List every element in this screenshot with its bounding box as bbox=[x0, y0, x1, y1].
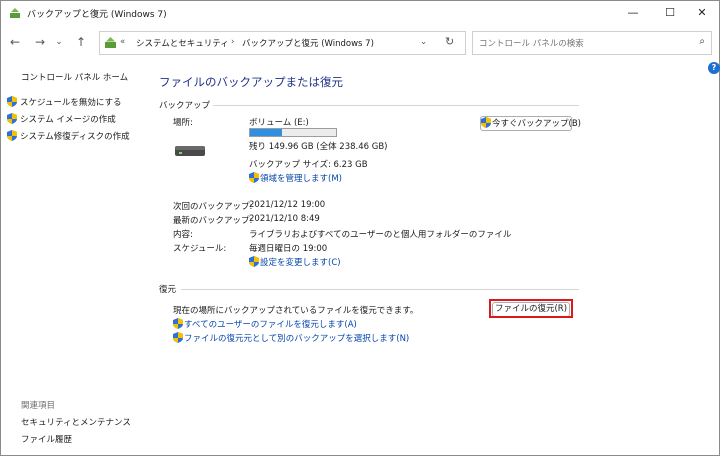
select-other-backup-link[interactable]: ファイルの復元元として別のバックアップを選択します(N) bbox=[173, 332, 409, 344]
uac-shield-icon bbox=[7, 96, 17, 107]
recent-locations-dropdown[interactable]: ⌄ bbox=[51, 34, 67, 50]
next-backup-label: 次回のバックアップ: bbox=[173, 202, 253, 212]
control-panel-home-link[interactable]: コントロール パネル ホーム bbox=[21, 71, 128, 83]
remaining-space: 残り 149.96 GB (全体 238.46 GB) bbox=[249, 142, 388, 152]
task-create-repair-disc[interactable]: システム修復ディスクの作成 bbox=[7, 130, 130, 142]
refresh-icon[interactable]: ↻ bbox=[445, 35, 454, 48]
drive-icon bbox=[175, 146, 205, 156]
forward-button[interactable]: → bbox=[32, 34, 48, 50]
change-settings-label: 設定を変更します(C) bbox=[260, 258, 341, 268]
uac-shield-icon bbox=[173, 332, 183, 343]
restore-all-users-link[interactable]: すべてのユーザーのファイルを復元します(A) bbox=[173, 318, 357, 330]
disk-usage-fill bbox=[250, 129, 282, 136]
page-title: ファイルのバックアップまたは復元 bbox=[159, 75, 343, 89]
related-security-maintenance-link[interactable]: セキュリティとメンテナンス bbox=[21, 416, 131, 428]
back-button[interactable]: ← bbox=[7, 34, 23, 50]
address-bar[interactable]: « システムとセキュリティ › バックアップと復元 (Windows 7) ⌄ … bbox=[99, 31, 466, 55]
backup-section-header: バックアップ bbox=[159, 101, 211, 111]
title-bar: バックアップと復元 (Windows 7) — ☐ ✕ bbox=[1, 1, 719, 25]
task-create-system-image-label: システム イメージの作成 bbox=[20, 115, 116, 125]
control-panel-icon bbox=[105, 37, 116, 48]
up-button[interactable]: ↑ bbox=[73, 34, 89, 50]
close-button[interactable]: ✕ bbox=[685, 1, 719, 25]
backup-volume: ボリューム (E:) bbox=[249, 118, 309, 128]
last-backup-value: 2021/12/10 8:49 bbox=[249, 214, 320, 224]
schedule-label: スケジュール: bbox=[173, 244, 227, 254]
main-content: ファイルのバックアップまたは復元 バックアップ 場所: ボリューム (E:) 残… bbox=[151, 59, 711, 455]
breadcrumb-backup-restore[interactable]: バックアップと復元 (Windows 7) bbox=[242, 37, 374, 49]
select-other-backup-label: ファイルの復元元として別のバックアップを選択します(N) bbox=[184, 334, 410, 344]
uac-shield-icon bbox=[249, 172, 259, 183]
restore-description: 現在の場所にバックアップされているファイルを復元できます。 bbox=[173, 306, 419, 316]
navigation-bar: ← → ⌄ ↑ « システムとセキュリティ › バックアップと復元 (Windo… bbox=[1, 27, 719, 57]
next-backup-value: 2021/12/12 19:00 bbox=[249, 200, 326, 210]
manage-space-label: 領域を管理します(M) bbox=[260, 174, 342, 184]
breadcrumb-overflow[interactable]: « bbox=[120, 37, 125, 47]
schedule-value: 毎週日曜日の 19:00 bbox=[249, 244, 328, 254]
breadcrumb-separator: › bbox=[231, 37, 235, 47]
uac-shield-icon bbox=[7, 113, 17, 124]
task-disable-schedule-label: スケジュールを無効にする bbox=[20, 98, 122, 108]
uac-shield-icon bbox=[173, 318, 183, 329]
task-disable-schedule[interactable]: スケジュールを無効にする bbox=[7, 96, 122, 108]
search-box[interactable]: コントロール パネルの検索 ⌕ bbox=[472, 31, 712, 55]
backup-section-divider bbox=[213, 105, 579, 106]
location-label: 場所: bbox=[173, 118, 193, 128]
search-icon[interactable]: ⌕ bbox=[699, 36, 705, 47]
related-header: 関連項目 bbox=[21, 401, 56, 411]
task-create-repair-disc-label: システム修復ディスクの作成 bbox=[20, 132, 130, 142]
restore-section-divider bbox=[181, 289, 579, 290]
last-backup-label: 最新のバックアップ: bbox=[173, 216, 253, 226]
disk-usage-bar bbox=[249, 128, 337, 137]
minimize-button[interactable]: — bbox=[616, 1, 650, 25]
task-create-system-image[interactable]: システム イメージの作成 bbox=[7, 113, 116, 125]
search-placeholder: コントロール パネルの検索 bbox=[479, 39, 584, 49]
backup-size: バックアップ サイズ: 6.23 GB bbox=[249, 160, 368, 170]
window: バックアップと復元 (Windows 7) — ☐ ✕ ← → ⌄ ↑ « シス… bbox=[0, 0, 720, 456]
contents-value: ライブラリおよびすべてのユーザーのと個人用フォルダーのファイル bbox=[249, 230, 512, 240]
uac-shield-icon bbox=[481, 117, 491, 128]
backup-now-button[interactable]: 今すぐバックアップ(B) bbox=[480, 116, 581, 131]
highlight-box bbox=[489, 299, 573, 318]
uac-shield-icon bbox=[249, 256, 259, 267]
restore-all-users-label: すべてのユーザーのファイルを復元します(A) bbox=[184, 320, 357, 330]
change-settings-link[interactable]: 設定を変更します(C) bbox=[249, 256, 341, 268]
maximize-button[interactable]: ☐ bbox=[653, 1, 687, 25]
related-file-history-link[interactable]: ファイル履歴 bbox=[21, 433, 72, 445]
manage-space-link[interactable]: 領域を管理します(M) bbox=[249, 172, 342, 184]
window-title: バックアップと復元 (Windows 7) bbox=[27, 10, 167, 20]
uac-shield-icon bbox=[7, 130, 17, 141]
backup-now-label: 今すぐバックアップ(B) bbox=[492, 119, 581, 129]
address-dropdown-icon[interactable]: ⌄ bbox=[420, 37, 427, 47]
restore-section-header: 復元 bbox=[159, 285, 177, 295]
contents-label: 内容: bbox=[173, 230, 193, 240]
breadcrumb-system-security[interactable]: システムとセキュリティ bbox=[136, 37, 229, 49]
backup-app-icon bbox=[10, 8, 20, 18]
left-pane: コントロール パネル ホーム スケジュールを無効にする システム イメージの作成… bbox=[1, 59, 151, 455]
